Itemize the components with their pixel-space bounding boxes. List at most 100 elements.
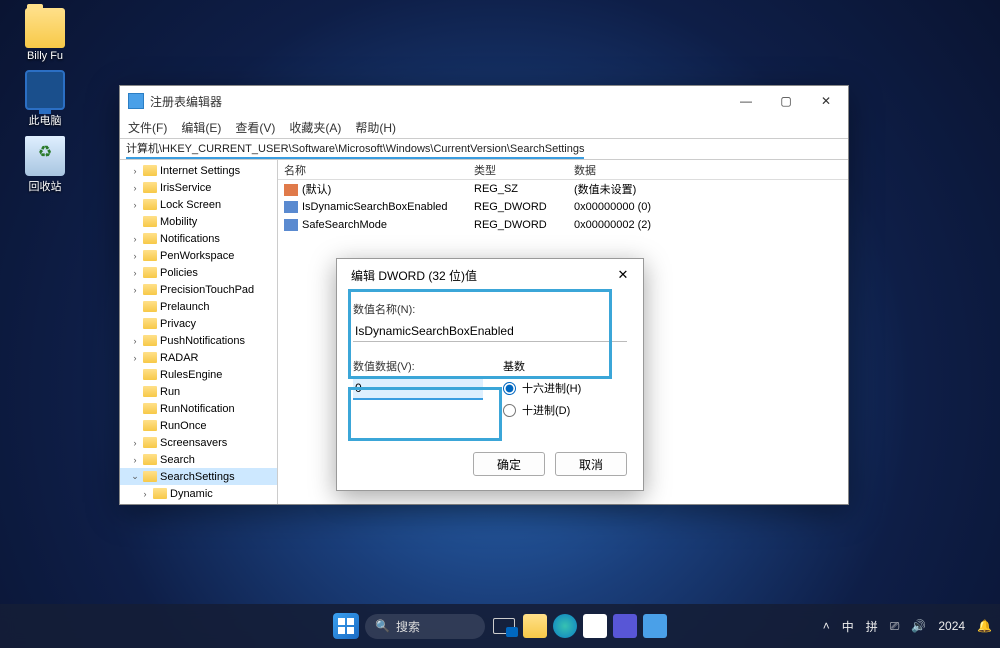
tree-label: Search [160, 454, 195, 466]
value-type: REG_DWORD [468, 201, 568, 213]
cancel-button[interactable]: 取消 [555, 452, 627, 476]
tree-label: PrecisionTouchPad [160, 284, 254, 296]
menu-edit[interactable]: 编辑(E) [181, 119, 221, 136]
tree-item[interactable]: ›Notifications [120, 230, 277, 247]
desktop-icon-billy-folder[interactable]: Billy Fu [8, 8, 82, 62]
list-row[interactable]: SafeSearchModeREG_DWORD0x00000002 (2) [278, 216, 848, 234]
tray-chevron-icon[interactable]: ˄ [823, 619, 830, 633]
value-type: REG_DWORD [468, 219, 568, 231]
ime-indicator[interactable]: 中 [842, 618, 854, 635]
tree-item[interactable]: Prelaunch [120, 298, 277, 315]
taskbar-explorer[interactable] [523, 614, 547, 638]
folder-icon [143, 216, 157, 227]
tree-item[interactable]: › Search [120, 451, 277, 468]
tree-label: Notifications [160, 233, 220, 245]
taskbar-edge[interactable] [553, 614, 577, 638]
tree-item[interactable]: ›Lock Screen [120, 196, 277, 213]
dialog-titlebar[interactable]: 编辑 DWORD (32 位)值 ✕ [337, 259, 643, 291]
taskbar-app[interactable] [613, 614, 637, 638]
regedit-icon [128, 93, 144, 109]
col-data[interactable]: 数据 [568, 162, 848, 178]
chevron-icon: › [130, 183, 140, 193]
list-row[interactable]: IsDynamicSearchBoxEnabled REG_DWORD0x0000… [278, 198, 848, 216]
recycle-bin-icon [25, 136, 65, 176]
tree-label: SearchSettings [160, 471, 235, 483]
ok-button[interactable]: 确定 [473, 452, 545, 476]
ime-mode[interactable]: 拼 [866, 618, 878, 635]
titlebar[interactable]: 注册表编辑器 — ▢ ✕ [120, 86, 848, 116]
start-button[interactable] [333, 613, 359, 639]
clock[interactable]: 2024 [938, 619, 965, 633]
taskbar-search[interactable]: 🔍搜索 [365, 614, 485, 639]
radix-hex-radio[interactable]: 十六进制(H) [503, 380, 581, 396]
tree-label: Mobility [160, 216, 197, 228]
tree-item[interactable]: ›Security and Maint [120, 502, 277, 504]
menu-view[interactable]: 查看(V) [235, 119, 275, 136]
registry-tree[interactable]: ›Internet Settings›IrisService›Lock Scre… [120, 160, 278, 504]
folder-icon [143, 369, 157, 380]
tree-item[interactable]: ›PenWorkspace [120, 247, 277, 264]
value-icon [284, 219, 298, 231]
menu-file[interactable]: 文件(F) [128, 119, 167, 136]
menu-help[interactable]: 帮助(H) [355, 119, 396, 136]
tree-item[interactable]: ›Policies [120, 264, 277, 281]
tree-item[interactable]: Mobility [120, 213, 277, 230]
tree-label: Dynamic [170, 488, 213, 500]
tree-item[interactable]: RunOnce [120, 417, 277, 434]
folder-icon [143, 437, 157, 448]
menu-favorites[interactable]: 收藏夹(A) [289, 119, 341, 136]
close-button[interactable]: ✕ [806, 87, 846, 115]
desktop-label: 此电脑 [8, 112, 82, 128]
maximize-button[interactable]: ▢ [766, 87, 806, 115]
chevron-icon: › [130, 285, 140, 295]
tree-item[interactable]: RulesEngine [120, 366, 277, 383]
notifications-icon[interactable]: 🔔 [977, 619, 992, 633]
folder-icon [143, 165, 157, 176]
tree-item[interactable]: ›PushNotifications [120, 332, 277, 349]
taskbar-regedit[interactable] [643, 614, 667, 638]
value-name: IsDynamicSearchBoxEnabled [302, 201, 448, 213]
tree-item[interactable]: RunNotification [120, 400, 277, 417]
taskbar-store[interactable] [583, 614, 607, 638]
col-type[interactable]: 类型 [468, 162, 568, 178]
tree-item[interactable]: ›Dynamic [120, 485, 277, 502]
task-view-button[interactable] [491, 613, 517, 639]
tree-item[interactable]: › PrecisionTouchPad [120, 281, 277, 298]
folder-icon [25, 8, 65, 48]
tree-label: RADAR [160, 352, 199, 364]
folder-icon [143, 318, 157, 329]
value-data-input[interactable] [353, 378, 483, 400]
tree-item[interactable]: ⌄SearchSettings [120, 468, 277, 485]
folder-icon [143, 182, 157, 193]
tree-item[interactable]: Privacy [120, 315, 277, 332]
list-header: 名称 类型 数据 [278, 160, 848, 180]
desktop-label: 回收站 [8, 178, 82, 194]
minimize-button[interactable]: — [726, 87, 766, 115]
tree-item[interactable]: Run [120, 383, 277, 400]
folder-icon [143, 403, 157, 414]
volume-icon[interactable]: 🔊 [911, 619, 926, 633]
address-bar[interactable]: 计算机\HKEY_CURRENT_USER\Software\Microsoft… [120, 138, 848, 160]
radix-dec-radio[interactable]: 十进制(D) [503, 402, 581, 418]
chevron-icon: › [130, 336, 140, 346]
tree-item[interactable]: ›Internet Settings [120, 162, 277, 179]
radio-input[interactable] [503, 404, 516, 417]
value-type: REG_SZ [468, 183, 568, 195]
chevron-icon: › [130, 455, 140, 465]
tree-item[interactable]: ›RADAR [120, 349, 277, 366]
desktop-icon-this-pc[interactable]: 此电脑 [8, 70, 82, 128]
list-row[interactable]: (默认)REG_SZ(数值未设置) [278, 180, 848, 198]
value-data: 0x00000000 (0) [568, 201, 848, 213]
dialog-close-button[interactable]: ✕ [607, 262, 639, 288]
radio-input[interactable] [503, 382, 516, 395]
desktop-icon-recycle-bin[interactable]: 回收站 [8, 136, 82, 194]
tree-item[interactable]: ›Screensavers [120, 434, 277, 451]
chevron-icon: › [130, 166, 140, 176]
tree-item[interactable]: › IrisService [120, 179, 277, 196]
tree-label: IrisService [160, 182, 211, 194]
network-icon[interactable]: ⎚ [890, 619, 900, 634]
tree-label: Policies [160, 267, 198, 279]
value-name: SafeSearchMode [302, 219, 387, 231]
value-icon [284, 184, 298, 196]
col-name[interactable]: 名称 [278, 162, 468, 178]
